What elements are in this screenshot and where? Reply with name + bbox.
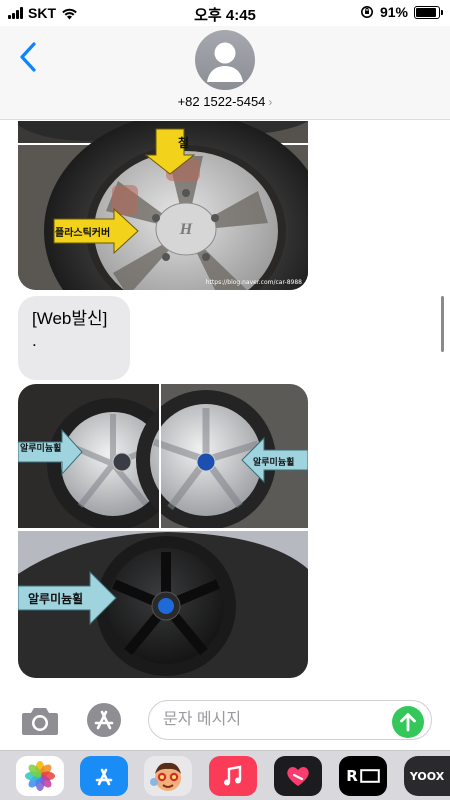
app-appstore[interactable] [80, 756, 128, 796]
text-message-bubble[interactable]: [Web발신] . [18, 296, 130, 380]
message-line-2: . [32, 331, 37, 350]
memoji-icon [150, 762, 181, 791]
contact-avatar[interactable] [195, 30, 255, 90]
app-drawer: R YOOX [0, 750, 450, 800]
chevron-right-icon: › [268, 95, 273, 109]
app-fitness-heart[interactable] [274, 756, 322, 796]
app-rakuten[interactable]: R [339, 756, 387, 796]
message-input[interactable]: 문자 메시지 [148, 700, 432, 740]
heart-icon [287, 767, 309, 786]
status-bar: SKT 오후 4:45 91% [0, 0, 450, 26]
message-input-placeholder: 문자 메시지 [163, 711, 242, 728]
label-alloy-left: 알루미늄휠 [20, 443, 62, 453]
compose-bar: 문자 메시지 [0, 690, 450, 750]
app-memoji[interactable] [144, 756, 192, 796]
rakuten-box-icon [359, 769, 380, 783]
photos-icon [25, 761, 55, 791]
label-alloy-bottom: 알루미늄휠 [28, 592, 84, 606]
image-message-hubcap[interactable]: H 철 플라스틱커버 https://blog.naver.com/car-89… [18, 121, 308, 290]
send-arrow-icon [400, 713, 416, 732]
battery-percent: 91% [379, 4, 408, 20]
yoox-label: YOOX [409, 769, 445, 783]
contact-number: +82 1522-5454 [177, 94, 266, 109]
appstore-icon[interactable] [84, 702, 124, 738]
message-line-1: [Web발신] [32, 309, 108, 328]
label-plastic-cover: 플라스틱커버 [55, 228, 111, 239]
hubcap-photo: H [18, 121, 308, 290]
scroll-indicator[interactable] [441, 296, 444, 352]
image-message-alloy-wheels[interactable]: 알루미늄휠 알루미늄휠 알루미늄휠 [18, 384, 308, 678]
orientation-lock-icon [360, 6, 373, 18]
message-list[interactable]: H 철 플라스틱커버 https://blog.naver.com/car-89… [0, 121, 450, 685]
svg-text:H: H [179, 221, 193, 238]
app-yoox[interactable]: YOOX [404, 756, 450, 796]
image-credit: https://blog.naver.com/car-8988 [205, 279, 302, 286]
rakuten-label: R [346, 767, 358, 785]
alloy-wheels-photo [18, 384, 308, 678]
person-icon [207, 42, 243, 82]
camera-icon[interactable] [20, 702, 60, 738]
app-music[interactable] [209, 756, 257, 796]
music-note-icon [224, 765, 242, 786]
send-button[interactable] [392, 706, 424, 738]
conversation-header: +82 1522-5454 › [0, 26, 450, 120]
label-alloy-right: 알루미늄휠 [253, 457, 295, 467]
status-right: 91% [360, 4, 443, 20]
label-steel: 철 [178, 136, 190, 150]
contact-name[interactable]: +82 1522-5454 › [0, 94, 450, 109]
app-photos[interactable] [16, 756, 64, 796]
back-chevron-icon[interactable] [14, 40, 44, 74]
appstore-a-icon [95, 768, 113, 786]
battery-icon [414, 5, 443, 19]
